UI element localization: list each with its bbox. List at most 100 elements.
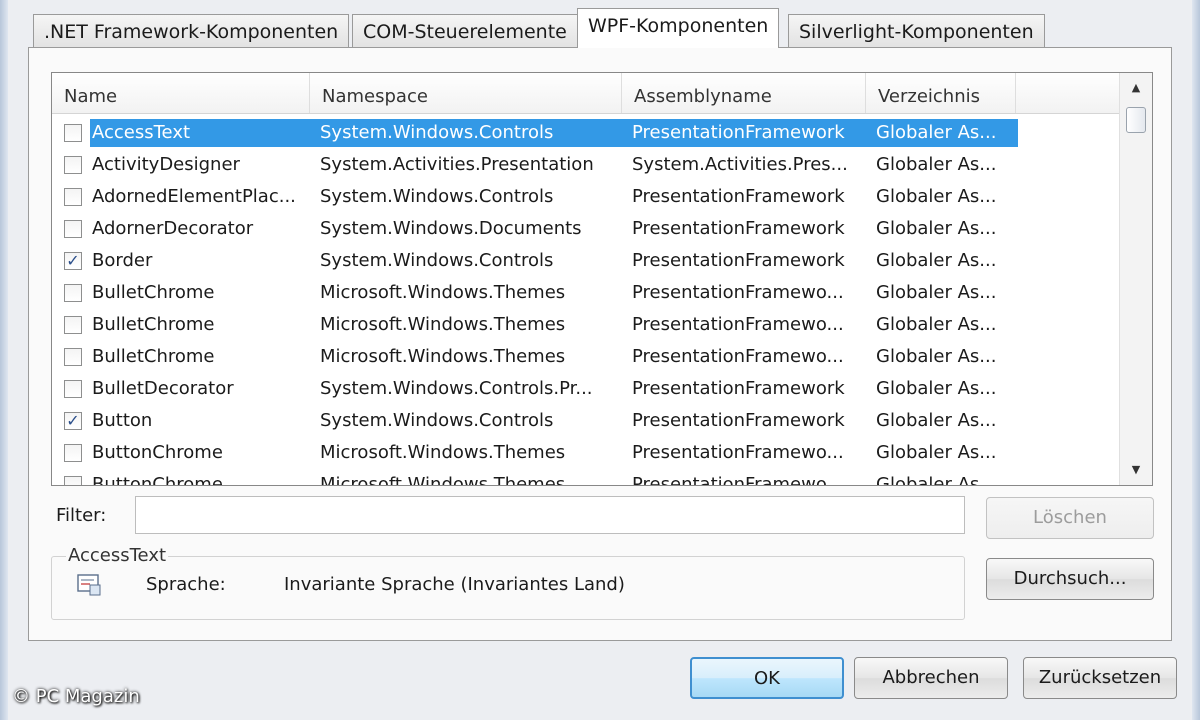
row-checkbox[interactable]: [64, 380, 82, 398]
cell-assembly: PresentationFramework: [632, 378, 845, 399]
ok-button[interactable]: OK: [690, 657, 844, 699]
cell-name: ButtonChrome: [92, 442, 223, 463]
cell-name: AdornedElementPlac...: [92, 186, 296, 207]
window-border-left: [0, 0, 8, 720]
window-border-right: [1192, 0, 1200, 720]
cancel-button[interactable]: Abbrechen: [854, 657, 1008, 699]
cell-assembly: PresentationFramewo...: [632, 314, 844, 335]
browse-button[interactable]: Durchsuch...: [986, 558, 1154, 600]
row-checkbox[interactable]: [64, 284, 82, 302]
cell-assembly: PresentationFramework: [632, 410, 845, 431]
cell-dir: Globaler As...: [876, 122, 997, 143]
scroll-up-icon[interactable]: ▲: [1120, 75, 1152, 101]
cell-dir: Globaler As...: [876, 186, 997, 207]
cell-dir: Globaler As...: [876, 410, 997, 431]
cell-assembly: PresentationFramewo...: [632, 474, 844, 486]
row-checkbox[interactable]: ✓: [64, 412, 82, 430]
cell-dir: Globaler As...: [876, 346, 997, 367]
cell-namespace: System.Windows.Controls: [320, 410, 554, 431]
column-header: Name Namespace Assemblyname Verzeichnis: [52, 73, 1120, 114]
filter-label: Filter:: [56, 505, 107, 526]
cell-dir: Globaler As...: [876, 314, 997, 335]
row-checkbox[interactable]: [64, 348, 82, 366]
scroll-thumb[interactable]: [1126, 107, 1146, 133]
table-row[interactable]: AccessText System.Windows.Controls Present…: [52, 117, 1120, 149]
row-checkbox[interactable]: [64, 476, 82, 485]
cell-assembly: PresentationFramework: [632, 250, 845, 271]
cell-name: ButtonChrome: [92, 474, 223, 486]
cell-name: BulletDecorator: [92, 378, 234, 399]
tab-silverlight[interactable]: Silverlight-Komponenten: [788, 14, 1045, 48]
cell-namespace: Microsoft.Windows.Themes: [320, 474, 566, 486]
info-group-title: AccessText: [66, 545, 169, 566]
column-directory[interactable]: Verzeichnis: [866, 73, 1016, 113]
reset-button[interactable]: Zurücksetzen: [1023, 657, 1177, 699]
cell-assembly: PresentationFramewo...: [632, 442, 844, 463]
cell-namespace: Microsoft.Windows.Themes: [320, 282, 566, 303]
cell-namespace: System.Activities.Presentation: [320, 154, 594, 175]
row-checkbox[interactable]: ✓: [64, 252, 82, 270]
cell-assembly: PresentationFramework: [632, 218, 845, 239]
language-value: Invariante Sprache (Invariantes Land): [284, 574, 625, 595]
language-label: Sprache:: [146, 574, 226, 595]
cell-dir: Globaler As...: [876, 154, 997, 175]
table-row[interactable]: BulletDecorator System.Windows.Controls.P…: [52, 373, 1120, 405]
cell-assembly: PresentationFramework: [632, 122, 845, 143]
row-checkbox[interactable]: [64, 220, 82, 238]
clear-button[interactable]: Löschen: [986, 497, 1154, 539]
row-checkbox[interactable]: [64, 156, 82, 174]
cell-dir: Globaler As...: [876, 218, 997, 239]
watermark: © PC Magazin: [12, 686, 140, 707]
cell-name: BulletChrome: [92, 314, 215, 335]
table-row[interactable]: ✓ Button System.Windows.Controls Presentati…: [52, 405, 1120, 437]
cell-namespace: System.Windows.Controls: [320, 250, 554, 271]
cell-namespace: System.Windows.Controls: [320, 186, 554, 207]
cell-namespace: Microsoft.Windows.Themes: [320, 442, 566, 463]
scroll-down-icon[interactable]: ▼: [1120, 457, 1152, 483]
row-checkbox[interactable]: [64, 444, 82, 462]
column-namespace[interactable]: Namespace: [310, 73, 622, 113]
cell-name: Border: [92, 250, 153, 271]
table-row[interactable]: ✓ Border System.Windows.Controls Presentati…: [52, 245, 1120, 277]
cell-namespace: Microsoft.Windows.Themes: [320, 314, 566, 335]
table-row[interactable]: BulletChrome Microsoft.Windows.Themes Pres…: [52, 341, 1120, 373]
table-row[interactable]: ButtonChrome Microsoft.Windows.Themes Pres…: [52, 469, 1120, 486]
cell-assembly: System.Activities.Pres...: [632, 154, 848, 175]
component-icon: [77, 574, 101, 596]
table-row[interactable]: ActivityDesigner System.Activities.Presen…: [52, 149, 1120, 181]
cell-namespace: System.Windows.Controls: [320, 122, 554, 143]
filter-input[interactable]: [135, 496, 965, 534]
cell-dir: Globaler As...: [876, 282, 997, 303]
cell-name: BulletChrome: [92, 346, 215, 367]
table-row[interactable]: BulletChrome Microsoft.Windows.Themes Pres…: [52, 309, 1120, 341]
row-checkbox[interactable]: [64, 188, 82, 206]
cell-dir: Globaler As...: [876, 442, 997, 463]
row-checkbox[interactable]: [64, 316, 82, 334]
cell-name: BulletChrome: [92, 282, 215, 303]
cell-dir: Globaler As...: [876, 250, 997, 271]
cell-name: AdornerDecorator: [92, 218, 254, 239]
tab-wpf[interactable]: WPF-Komponenten: [577, 8, 780, 48]
table-row[interactable]: AdornedElementPlac... System.Windows.Cont…: [52, 181, 1120, 213]
cell-namespace: System.Windows.Controls.Pr...: [320, 378, 593, 399]
cell-name: ActivityDesigner: [92, 154, 240, 175]
cell-assembly: PresentationFramewo...: [632, 346, 844, 367]
vertical-scrollbar[interactable]: ▲ ▼: [1119, 73, 1152, 485]
table-row[interactable]: BulletChrome Microsoft.Windows.Themes Pres…: [52, 277, 1120, 309]
table-row[interactable]: AdornerDecorator System.Windows.Documents…: [52, 213, 1120, 245]
cell-namespace: System.Windows.Documents: [320, 218, 582, 239]
cell-namespace: Microsoft.Windows.Themes: [320, 346, 566, 367]
cell-name: AccessText: [92, 122, 191, 143]
cell-assembly: PresentationFramewo...: [632, 282, 844, 303]
cell-name: Button: [92, 410, 153, 431]
cell-dir: Globaler As...: [876, 378, 997, 399]
column-assembly[interactable]: Assemblyname: [622, 73, 866, 113]
column-name[interactable]: Name: [52, 73, 310, 113]
row-checkbox[interactable]: [64, 124, 82, 142]
tab-com[interactable]: COM-Steuerelemente: [352, 14, 578, 48]
cell-dir: Globaler As...: [876, 474, 997, 486]
tab-net-framework[interactable]: .NET Framework-Komponenten: [33, 14, 350, 48]
table-row[interactable]: ButtonChrome Microsoft.Windows.Themes Pres…: [52, 437, 1120, 469]
component-list[interactable]: Name Namespace Assemblyname Verzeichnis …: [51, 72, 1153, 486]
cell-assembly: PresentationFramework: [632, 186, 845, 207]
